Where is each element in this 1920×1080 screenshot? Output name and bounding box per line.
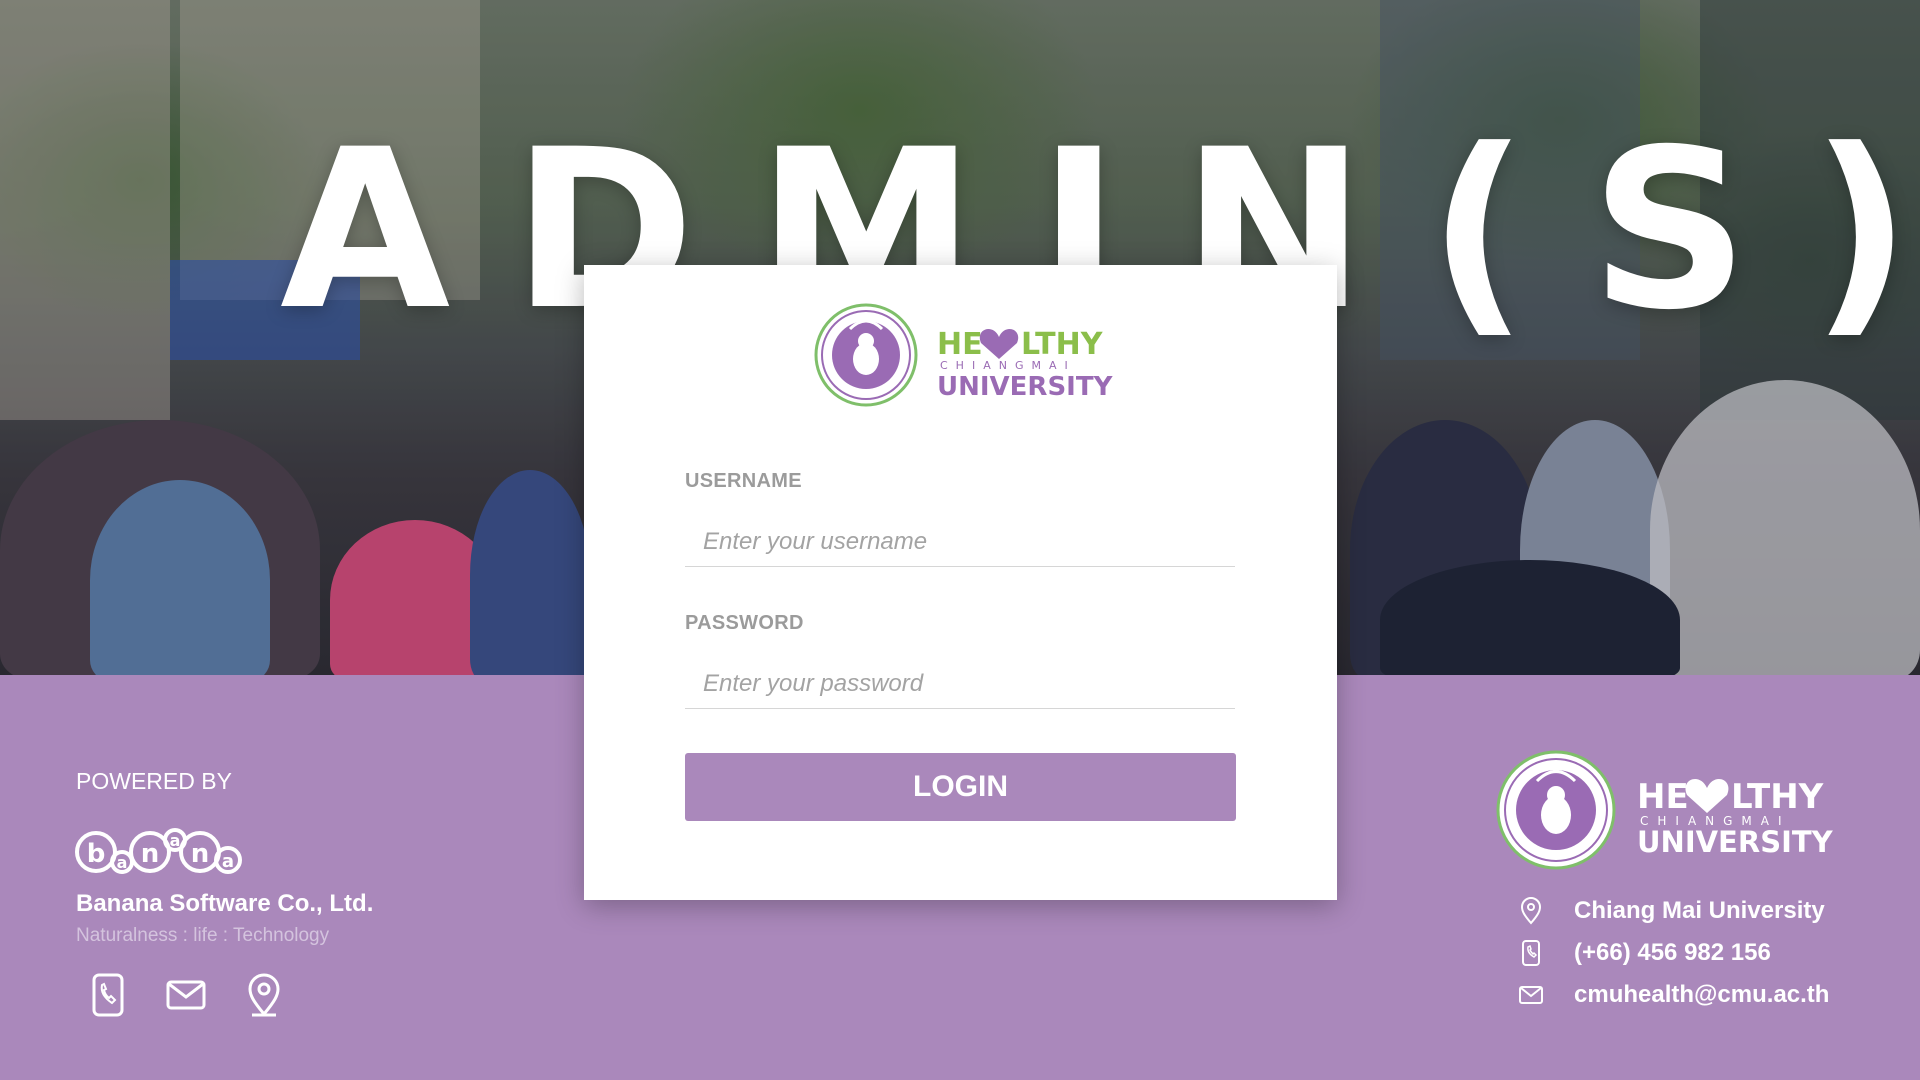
cmu-seal-icon [814, 303, 918, 407]
contact-location: Chiang Mai University [1516, 890, 1829, 932]
contact-email: cmuhealth@cmu.ac.th [1516, 974, 1829, 1016]
svg-text:n: n [191, 839, 210, 869]
phone-icon[interactable] [88, 972, 128, 1018]
svg-text:b: b [87, 839, 106, 869]
svg-text:a: a [222, 851, 234, 872]
phone-icon [1516, 938, 1546, 968]
company-name: Banana Software Co., Ltd. [76, 890, 374, 917]
location-icon [1516, 896, 1546, 926]
svg-text:a: a [170, 831, 181, 850]
footer-healthy-cmu-logo: HE LTHY CHIANGMAI UNIVERSITY [1494, 748, 1834, 873]
svg-text:UNIVERSITY: UNIVERSITY [1637, 825, 1834, 859]
healthy-cmu-logo: HE LTHY CHIANGMAI UNIVERSITY [814, 299, 1114, 409]
svg-text:UNIVERSITY: UNIVERSITY [937, 372, 1114, 402]
location-icon[interactable] [244, 972, 284, 1018]
svg-text:HE: HE [1637, 777, 1689, 817]
svg-text:CHIANGMAI: CHIANGMAI [940, 359, 1076, 372]
svg-text:a: a [117, 853, 128, 872]
login-card: HE LTHY CHIANGMAI UNIVERSITY USERNAME PA… [584, 265, 1337, 900]
mail-icon [1516, 980, 1546, 1010]
svg-text:LTHY: LTHY [1021, 327, 1104, 362]
svg-text:n: n [141, 839, 160, 869]
username-input[interactable] [685, 517, 1235, 567]
company-tagline: Naturalness : life : Technology [76, 925, 330, 946]
contact-email-text[interactable]: cmuhealth@cmu.ac.th [1574, 981, 1829, 1009]
contact-phone: (+66) 456 982 156 [1516, 932, 1829, 974]
login-button[interactable]: LOGIN [685, 753, 1236, 821]
powered-by-label: POWERED BY [76, 768, 232, 794]
banana-logo[interactable]: b a n a n a [74, 822, 254, 882]
contact-list: Chiang Mai University (+66) 456 982 156 … [1516, 890, 1829, 1016]
contact-phone-text[interactable]: (+66) 456 982 156 [1574, 939, 1771, 967]
password-label: PASSWORD [685, 612, 804, 634]
svg-text:LTHY: LTHY [1731, 777, 1824, 817]
cmu-seal-icon [1496, 750, 1616, 870]
svg-text:HE: HE [937, 327, 983, 362]
username-label: USERNAME [685, 470, 802, 492]
password-input[interactable] [685, 659, 1235, 709]
mail-icon[interactable] [166, 972, 206, 1018]
footer-icon-row [88, 972, 284, 1018]
contact-location-text: Chiang Mai University [1574, 897, 1825, 924]
